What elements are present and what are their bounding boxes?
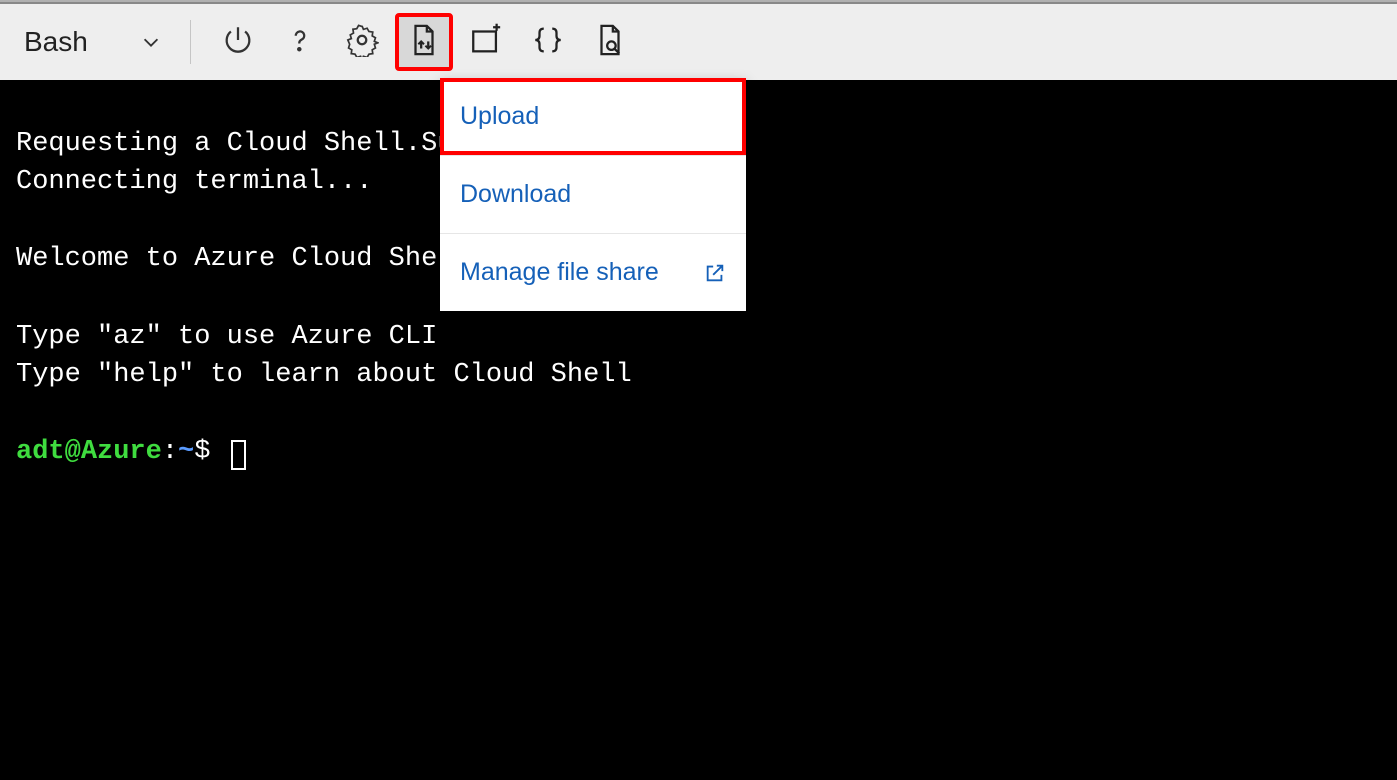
menu-item-upload[interactable]: Upload [440, 78, 746, 155]
file-transfer-menu: Upload Download Manage file share [440, 78, 746, 311]
prompt-user: adt [16, 437, 65, 467]
terminal-line: Welcome to Azure Cloud Shell [16, 244, 470, 274]
power-icon [221, 23, 255, 62]
cloud-shell-toolbar: Bash [0, 4, 1397, 80]
menu-item-download[interactable]: Download [440, 155, 746, 233]
terminal-cursor [231, 440, 246, 470]
preview-icon [593, 23, 627, 62]
toolbar-separator [190, 20, 191, 64]
menu-item-label: Manage file share [460, 258, 659, 287]
chevron-down-icon [140, 31, 162, 53]
terminal-prompt: adt@Azure:~$ [16, 437, 246, 467]
prompt-symbol: $ [194, 437, 210, 467]
file-transfer-icon [407, 23, 441, 62]
new-window-icon [469, 23, 503, 62]
gear-icon [345, 23, 379, 62]
prompt-host: Azure [81, 437, 162, 467]
editor-button[interactable] [521, 15, 575, 69]
terminal-line: Type "help" to learn about Cloud Shell [16, 360, 632, 390]
terminal-line: Connecting terminal... [16, 167, 372, 197]
menu-item-label: Upload [460, 102, 539, 131]
menu-item-label: Download [460, 180, 571, 209]
menu-item-manage-file-share[interactable]: Manage file share [440, 233, 746, 311]
upload-download-button[interactable] [397, 15, 451, 69]
restart-button[interactable] [211, 15, 265, 69]
braces-icon [531, 23, 565, 62]
settings-button[interactable] [335, 15, 389, 69]
prompt-path: ~ [178, 437, 194, 467]
shell-selector-label: Bash [24, 26, 88, 58]
terminal-line: Type "az" to use Azure CLI [16, 322, 437, 352]
shell-selector[interactable]: Bash [14, 20, 172, 64]
web-preview-button[interactable] [583, 15, 637, 69]
help-button[interactable] [273, 15, 327, 69]
external-link-icon [704, 262, 726, 284]
new-session-button[interactable] [459, 15, 513, 69]
help-icon [283, 23, 317, 62]
